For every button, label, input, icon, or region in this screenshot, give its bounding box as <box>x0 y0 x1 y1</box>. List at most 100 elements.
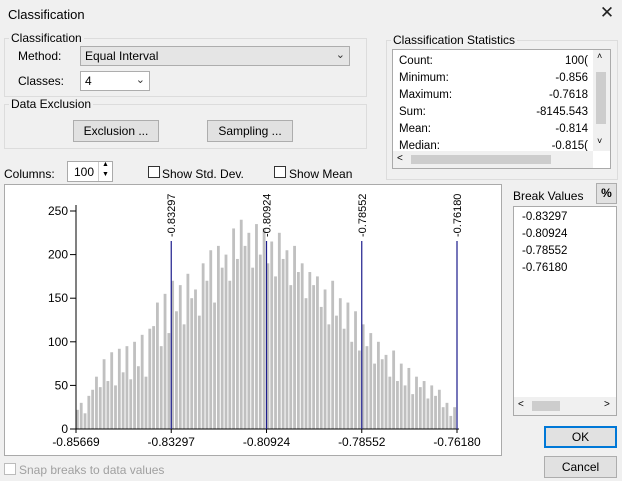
close-icon[interactable]: ✕ <box>597 3 617 23</box>
histogram-bar <box>87 395 91 429</box>
histogram-bar <box>106 381 110 429</box>
snap-breaks-label: Snap breaks to data values <box>19 463 165 477</box>
break-value-item[interactable]: -0.76180 <box>522 262 567 274</box>
histogram-bar <box>213 302 216 429</box>
histogram-bar <box>144 376 148 429</box>
stat-value: -8145.543 <box>536 106 588 118</box>
snap-breaks-checkbox[interactable] <box>4 463 16 475</box>
method-dropdown[interactable]: Equal Interval ⌄ <box>80 46 350 66</box>
spin-down-icon[interactable]: ▼ <box>102 171 109 178</box>
cancel-button[interactable]: Cancel <box>544 456 617 478</box>
histogram-bar <box>262 228 266 429</box>
histogram-bar <box>220 267 224 429</box>
break-value-item[interactable]: -0.80924 <box>522 228 567 240</box>
stat-label: Maximum: <box>399 89 453 101</box>
ok-button[interactable]: OK <box>544 426 617 448</box>
histogram-bar <box>205 280 209 429</box>
show-std-dev-checkbox[interactable] <box>148 166 160 178</box>
histogram-bar <box>125 346 129 429</box>
histogram-bar <box>121 372 125 429</box>
histogram-bar <box>422 381 426 429</box>
window-title: Classification <box>8 7 85 22</box>
scroll-down-icon[interactable]: ˅ <box>597 136 602 146</box>
histogram-bar <box>281 258 285 429</box>
stat-label: Sum: <box>399 106 426 118</box>
scroll-left-icon[interactable]: < <box>397 153 403 164</box>
exclusion-button[interactable]: Exclusion ... <box>73 120 159 142</box>
stat-value: 100( <box>564 55 588 67</box>
histogram-bar <box>114 385 117 429</box>
histogram-bar <box>319 306 323 429</box>
show-std-dev-label: Show Std. Dev. <box>162 167 244 181</box>
spinner-arrows[interactable]: ▲ ▼ <box>98 161 113 181</box>
break-value-item[interactable]: -0.78552 <box>522 245 567 257</box>
histogram-bar <box>98 387 102 429</box>
data-exclusion-group-label: Data Exclusion <box>9 97 94 111</box>
scroll-up-icon[interactable]: ˄ <box>597 51 602 61</box>
histogram-bar <box>95 376 98 429</box>
histogram-bar <box>445 402 449 429</box>
histogram-bar <box>426 398 430 429</box>
stats-horizontal-scrollbar[interactable]: < <box>393 151 593 168</box>
histogram-bar <box>216 245 220 429</box>
histogram-bar <box>247 232 251 429</box>
scroll-left-icon[interactable]: < <box>518 399 524 410</box>
histogram-bar <box>186 273 190 429</box>
histogram-bar <box>258 254 262 429</box>
histogram-bar <box>338 298 342 429</box>
histogram-bar <box>396 381 399 429</box>
scrollbar-thumb[interactable] <box>596 72 606 124</box>
histogram-bar <box>163 293 167 429</box>
histogram-bar <box>434 395 437 429</box>
stat-label: Mean: <box>399 123 431 135</box>
histogram-bar <box>453 407 456 429</box>
classes-value: 4 <box>85 74 92 88</box>
stats-vertical-scrollbar[interactable]: ˄ ˅ <box>593 50 610 151</box>
scroll-right-icon[interactable]: > <box>604 399 610 410</box>
histogram-bar <box>156 302 159 429</box>
chevron-down-icon: ⌄ <box>335 49 345 61</box>
histogram-bar <box>232 228 236 429</box>
show-mean-checkbox[interactable] <box>274 166 286 178</box>
stat-label: Minimum: <box>399 72 449 84</box>
histogram-panel: 0 50 100 150 200 250 -0.85669 -0.83297 -0.80924 -… <box>4 184 502 456</box>
histogram-bar <box>411 394 415 429</box>
histogram-bar <box>140 334 144 429</box>
histogram-bar <box>201 263 205 429</box>
histogram-bar <box>388 376 392 429</box>
x-tick-label: -0.85669 <box>52 435 100 449</box>
break-values-label: Break Values <box>513 189 584 203</box>
scrollbar-thumb[interactable] <box>411 155 551 164</box>
break-line-label: -0.78552 <box>357 194 369 237</box>
percent-button[interactable]: % <box>596 183 617 204</box>
histogram-bar <box>384 354 388 429</box>
histogram-bar <box>91 389 95 429</box>
break-values-horizontal-scrollbar[interactable]: < > <box>514 397 616 415</box>
histogram-bar <box>167 333 171 429</box>
break-values-listbox[interactable]: -0.83297 -0.80924 -0.78552 -0.76180 < > <box>513 206 617 416</box>
break-line-label: -0.80924 <box>262 194 274 237</box>
histogram-bar <box>369 333 373 429</box>
break-value-item[interactable]: -0.83297 <box>522 211 567 223</box>
classification-group-label: Classification <box>9 31 84 45</box>
histogram-bar <box>327 324 331 429</box>
stat-value: -0.814 <box>555 123 588 135</box>
histogram-bar <box>380 359 384 429</box>
histogram-bar <box>129 379 133 429</box>
histogram-bar <box>277 232 281 429</box>
classes-dropdown[interactable]: 4 ⌄ <box>80 71 150 91</box>
show-mean-label: Show Mean <box>289 167 353 181</box>
columns-spinner[interactable]: 100 ▲ ▼ <box>67 161 113 182</box>
histogram-bar <box>190 298 194 429</box>
spin-up-icon[interactable]: ▲ <box>102 161 109 168</box>
histogram-bar <box>354 311 357 429</box>
statistics-listbox[interactable]: Count: 100( Minimum: -0.856 Maximum: -0.… <box>392 49 611 169</box>
sampling-button[interactable]: Sampling ... <box>207 120 293 142</box>
histogram-bar <box>415 376 418 429</box>
histogram-bar <box>136 366 140 429</box>
histogram-bar <box>296 272 300 429</box>
histogram-bar <box>79 402 83 429</box>
histogram-bar <box>418 387 422 429</box>
scrollbar-thumb[interactable] <box>532 401 560 411</box>
histogram-bar <box>437 389 441 429</box>
